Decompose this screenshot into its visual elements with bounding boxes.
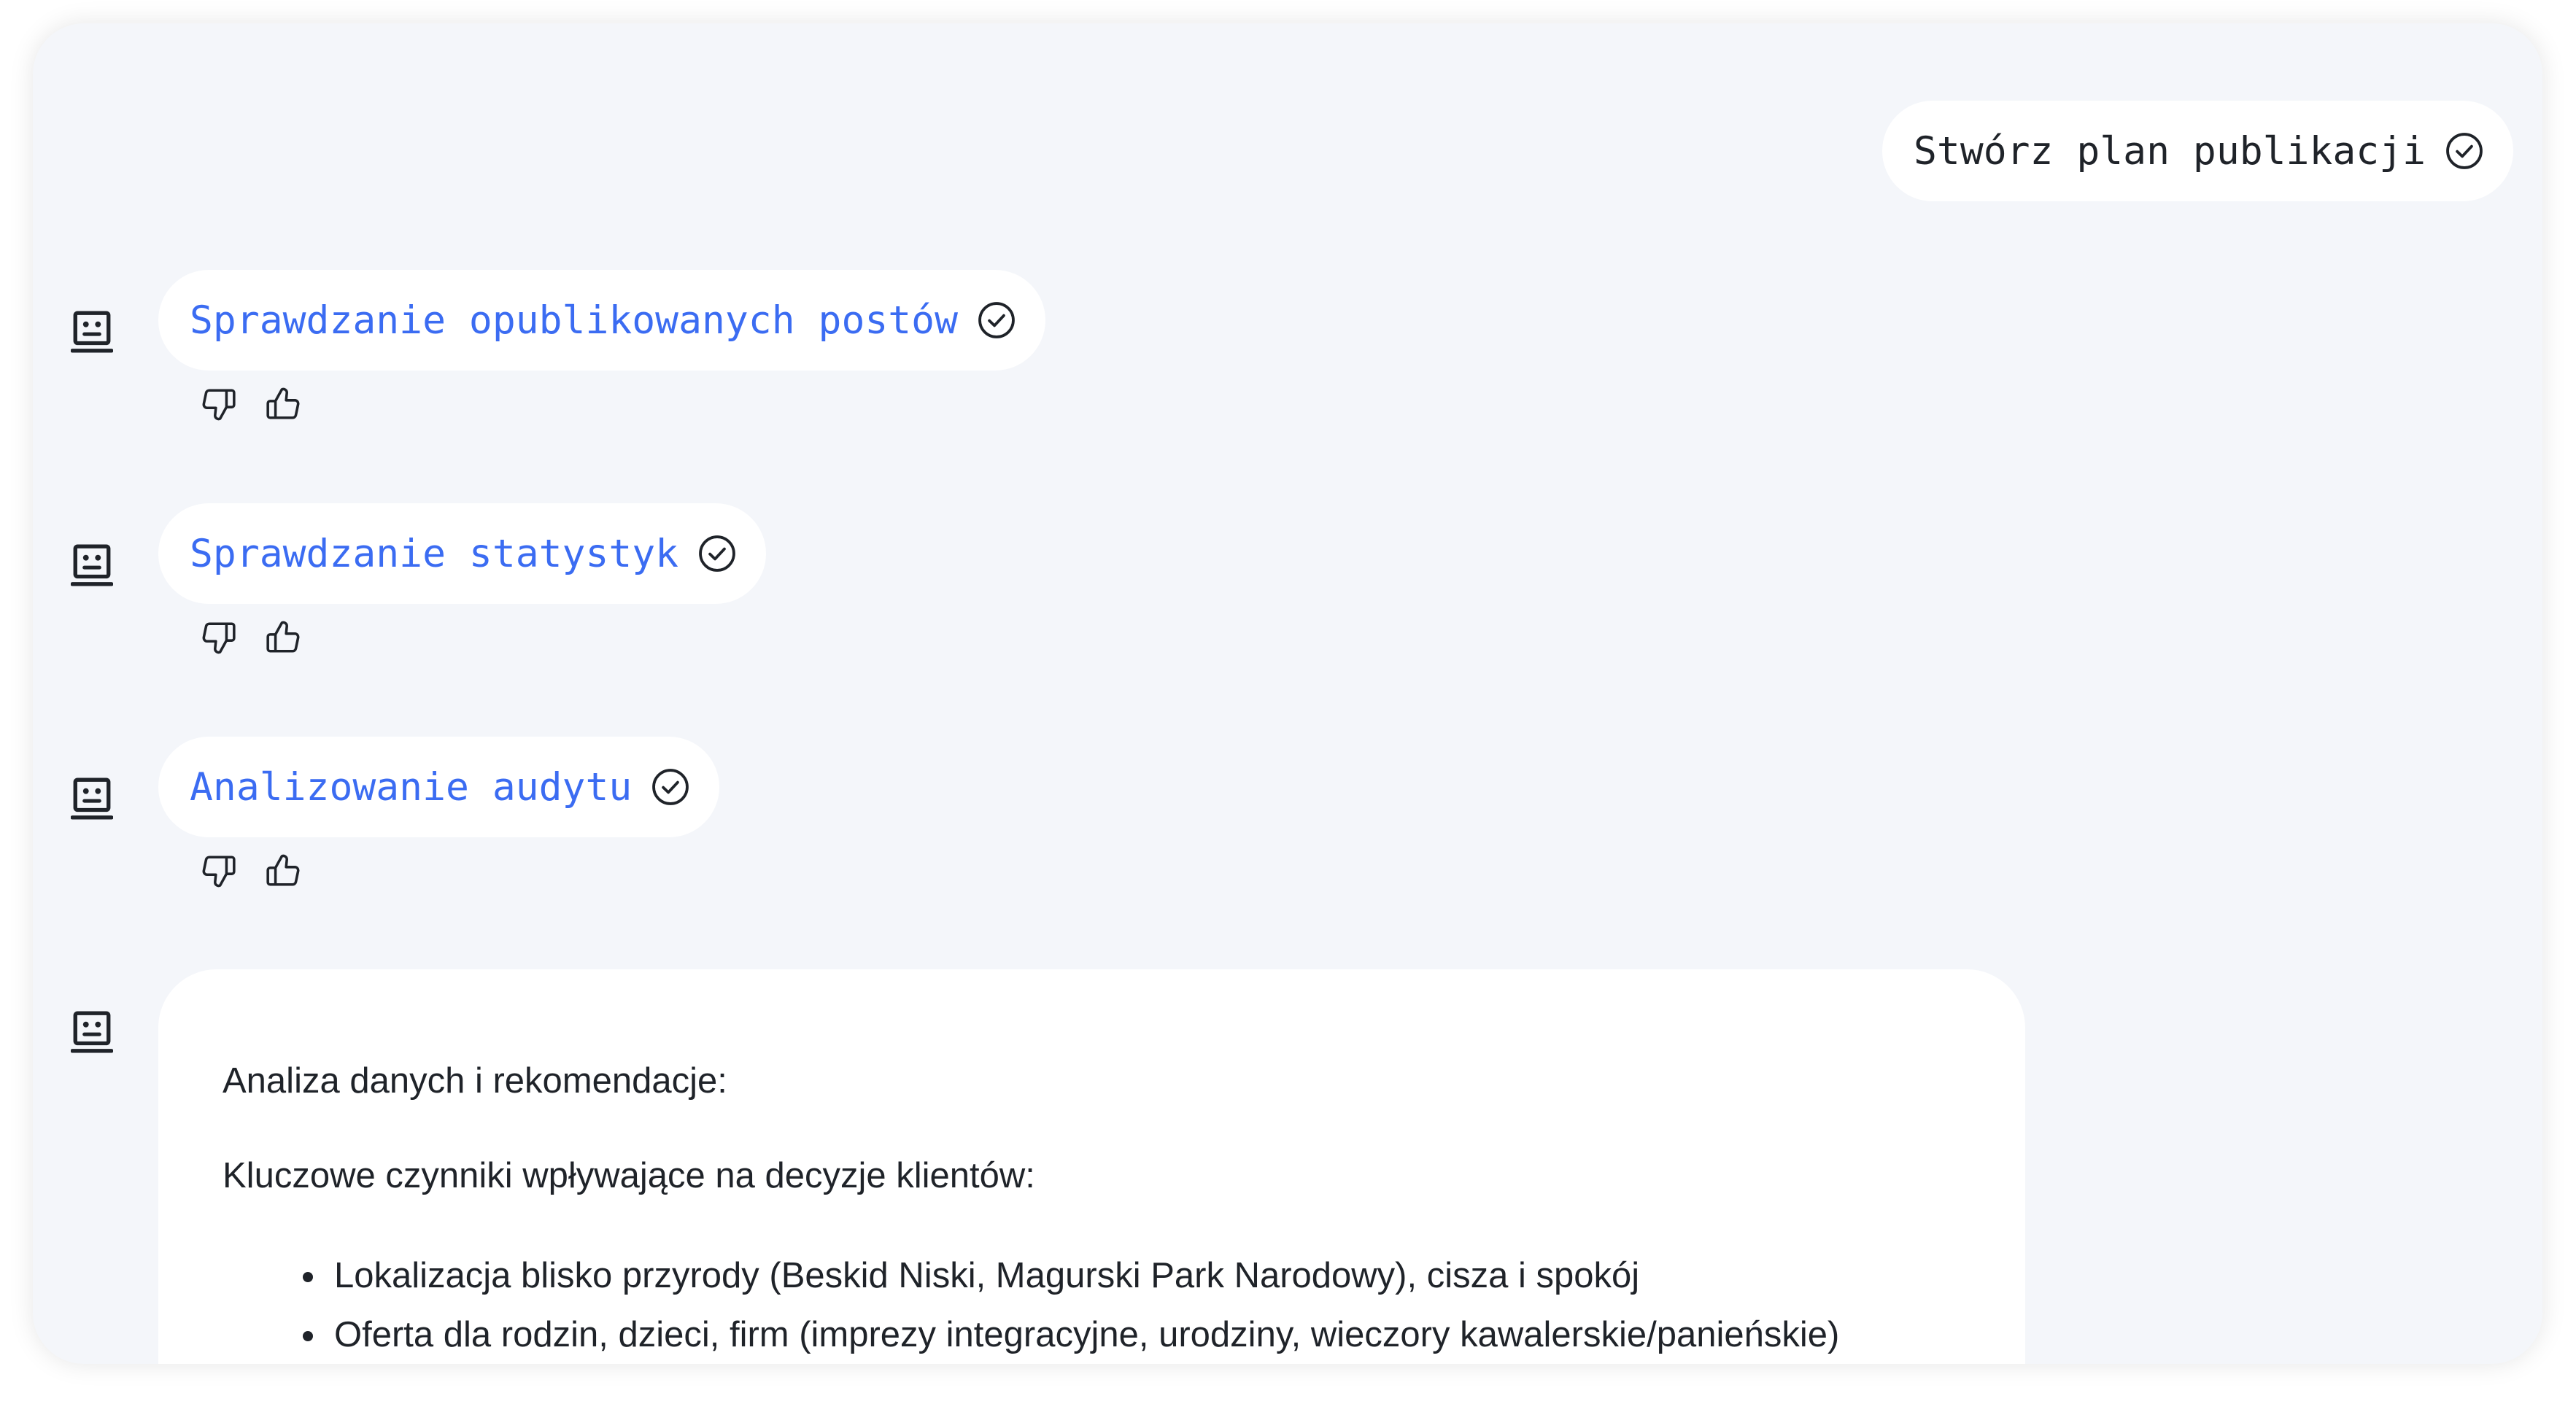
thumbs-down-icon[interactable]	[201, 619, 237, 656]
check-circle-icon	[977, 300, 1016, 340]
thumbs-down-icon[interactable]	[201, 853, 237, 889]
step-bubble: Analizowanie audytu	[158, 737, 720, 837]
robot-face-icon	[71, 776, 113, 821]
response-bullet-list: Lokalizacja blisko przyrody (Beskid Nisk…	[223, 1246, 1961, 1364]
user-message-text: Stwórz plan publikacji	[1914, 128, 2426, 174]
check-circle-icon	[697, 534, 737, 573]
assistant-response-card: Analiza danych i rekomendacje: Kluczowe …	[158, 969, 2025, 1364]
robot-face-icon	[71, 309, 113, 354]
robot-face-icon	[71, 543, 113, 588]
robot-face-icon	[71, 1009, 113, 1055]
user-message-bubble: Stwórz plan publikacji	[1882, 101, 2513, 201]
check-circle-icon	[651, 767, 690, 807]
step-label: Analizowanie audytu	[190, 764, 633, 810]
step-label: Sprawdzanie opublikowanych postów	[190, 298, 958, 343]
feedback-buttons	[201, 619, 301, 656]
feedback-buttons	[201, 853, 301, 889]
thumbs-up-icon[interactable]	[265, 619, 301, 656]
response-subheading: Kluczowe czynniki wpływające na decyzje …	[223, 1156, 1035, 1195]
list-item: Oferta dla rodzin, dzieci, firm (imprezy…	[328, 1306, 1961, 1364]
step-bubble: Sprawdzanie opublikowanych postów	[158, 270, 1045, 371]
feedback-buttons	[201, 386, 301, 422]
step-bubble: Sprawdzanie statystyk	[158, 503, 767, 604]
check-circle-icon	[2445, 131, 2484, 171]
thumbs-down-icon[interactable]	[201, 386, 237, 422]
thumbs-up-icon[interactable]	[265, 853, 301, 889]
response-heading: Analiza danych i rekomendacje:	[223, 1061, 727, 1101]
thumbs-up-icon[interactable]	[265, 386, 301, 422]
chat-panel: Stwórz plan publikacji Sprawdzanie opubl…	[33, 23, 2542, 1364]
list-item: Lokalizacja blisko przyrody (Beskid Nisk…	[328, 1246, 1961, 1306]
step-label: Sprawdzanie statystyk	[190, 531, 679, 576]
